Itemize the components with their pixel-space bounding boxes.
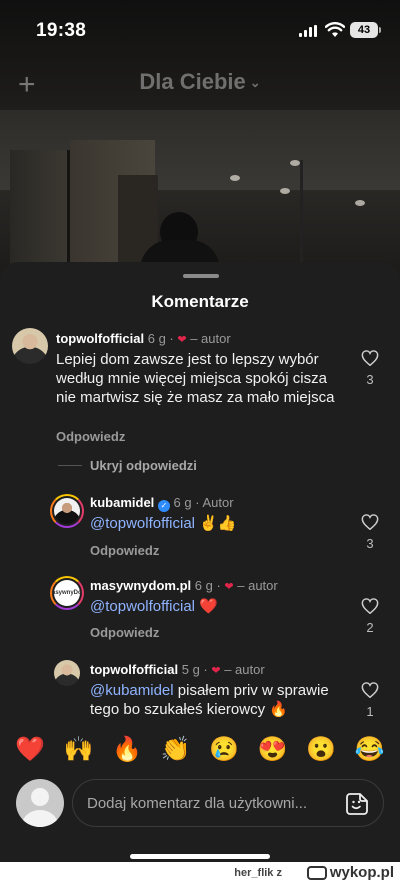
heart-outline-icon [361,598,379,614]
comment-text: Lepiej dom zawsze jest to lepszy wybór w… [56,351,335,406]
emoji-heart-eyes[interactable]: 😍 [255,735,291,769]
heart-outline-icon [361,682,379,698]
chevron-down-icon: ⌄ [249,75,261,91]
ceiling-light [290,160,300,166]
avatar[interactable] [54,660,80,686]
status-bar: 19:38 43 [0,0,400,60]
mention-link[interactable]: @kubamidel [90,682,174,699]
ceiling-light [230,175,240,181]
comment-text: @kubamidel pisałem priv w sprawie tego b… [90,682,329,718]
comments-sheet: Komentarze topwolfofficial 6 g · ❤ – aut… [0,262,400,886]
comment-header: topwolfofficial 6 g · ❤ – autor [56,331,231,346]
divider [58,465,82,466]
comment-username[interactable]: masywnydom.pl [90,578,191,593]
comment-input-placeholder: Dodaj komentarz dla użytkowni... [87,795,308,812]
watermark-bar: her_flik z wykop.pl [0,862,400,886]
feed-selector[interactable]: Dla Ciebie ⌄ [0,69,400,95]
comment-time: 6 g [173,495,192,510]
creator-heart-icon: ❤ [177,334,187,346]
like-button[interactable]: 3 [359,350,381,387]
user-avatar [16,779,64,827]
emoji-reaction-bar: ❤️ 🙌 🔥 👏 😢 😍 😮 😂 [0,735,400,769]
sheet-title: Komentarze [151,292,249,311]
comment-text: @topwolfofficial ✌️👍 [90,515,237,532]
comment-text: @topwolfofficial ❤️ [90,598,218,615]
comment-time: 6 g [194,578,213,593]
like-count: 2 [366,620,374,635]
comment-username[interactable]: topwolfofficial [90,662,178,677]
emoji-laughing[interactable]: 😂 [352,735,388,769]
cellular-signal-icon [299,25,317,37]
author-tag: – autor [237,578,278,593]
ceiling-light [280,188,290,194]
feed-title: Dla Ciebie [139,69,246,94]
avatar[interactable]: MasywnyDom [50,576,84,610]
author-tag: Autor [202,495,234,510]
avatar[interactable] [50,494,84,528]
heart-outline-icon [361,514,379,530]
comment-time: 5 g [181,662,200,677]
home-indicator[interactable] [130,854,270,859]
like-button[interactable]: 2 [359,598,381,635]
author-tag: – autor [190,331,231,346]
comment-header: kubamidel ✓ 6 g · Autor [90,495,234,512]
hide-replies-label: Ukryj odpowiedzi [90,458,197,473]
hide-replies-button[interactable]: Ukryj odpowiedzi [58,458,197,473]
wifi-icon [324,22,346,43]
like-count: 1 [366,704,374,719]
top-bar: + Dla Ciebie ⌄ [0,62,400,102]
avatar[interactable] [12,328,48,364]
verified-badge-icon: ✓ [157,500,170,512]
emoji-clapping[interactable]: 👏 [158,735,194,769]
comment-username[interactable]: topwolfofficial [56,331,144,346]
reply-button[interactable]: Odpowiedz [90,625,159,640]
ceiling-light [355,200,365,206]
author-tag: – autor [224,662,265,677]
watermark-user: her_flik z [234,867,282,879]
emoji-surprised[interactable]: 😮 [303,735,339,769]
creator-heart-icon: ❤ [211,665,221,677]
like-count: 3 [366,536,374,551]
emoji-raising-hands[interactable]: 🙌 [61,735,97,769]
wykop-logo-icon [306,865,327,880]
comment-username[interactable]: kubamidel [90,495,154,510]
reply-button[interactable]: Odpowiedz [56,429,125,444]
comment-header: masywnydom.pl 6 g · ❤ – autor [90,578,278,593]
emoji-crying[interactable]: 😢 [206,735,242,769]
like-count: 3 [366,372,374,387]
status-time: 19:38 [36,20,87,41]
mention-link[interactable]: @topwolfofficial [90,515,195,532]
comment-header: topwolfofficial 5 g · ❤ – autor [90,662,265,677]
like-button[interactable]: 1 [359,682,381,719]
emoji-heart[interactable]: ❤️ [12,735,48,769]
reply-button[interactable]: Odpowiedz [90,543,159,558]
emoji-fire[interactable]: 🔥 [109,735,145,769]
mention-link[interactable]: @topwolfofficial [90,598,195,615]
battery-icon: 43 [350,22,381,38]
heart-outline-icon [361,350,379,366]
creator-heart-icon: ❤ [224,581,234,593]
masywnydom-logo: MasywnyDom [52,580,82,606]
like-button[interactable]: 3 [359,514,381,551]
sticker-icon[interactable] [345,792,369,821]
comment-input[interactable]: Dodaj komentarz dla użytkowni... [72,779,384,827]
comment-time: 6 g [147,331,166,346]
sheet-drag-handle[interactable] [183,274,219,278]
comment-composer: Dodaj komentarz dla użytkowni... [16,777,384,829]
wykop-logo: wykop.pl [306,864,394,881]
